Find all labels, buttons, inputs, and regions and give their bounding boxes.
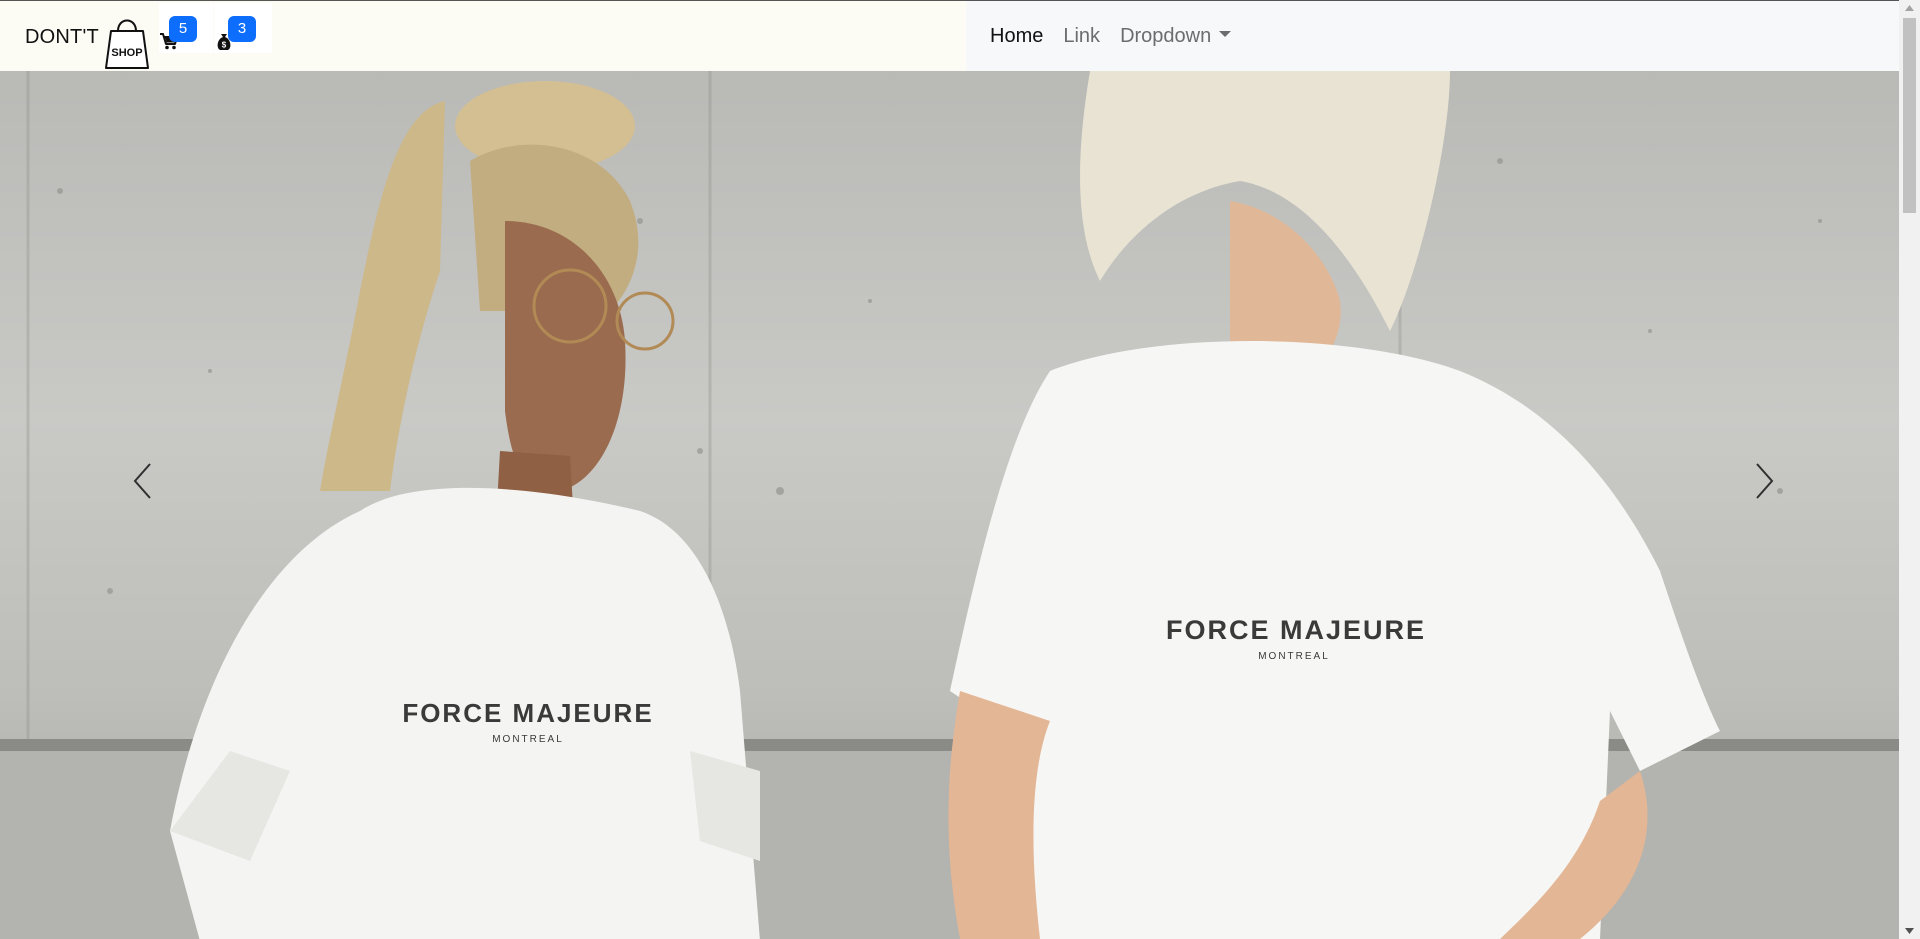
scroll-up-icon xyxy=(1905,5,1914,11)
right-model: FORCE MAJEURE MONTREAL xyxy=(948,71,1720,939)
page-scrollbar[interactable] xyxy=(1899,0,1920,939)
svg-text:$: $ xyxy=(222,41,227,50)
navbar: DONT'T SHOP 5 $ 3 Home Link Dropdown xyxy=(0,1,1899,71)
navbar-brand-area: DONT'T SHOP 5 $ 3 xyxy=(0,1,966,71)
scroll-down-arrow[interactable] xyxy=(1899,922,1920,939)
scroll-thumb[interactable] xyxy=(1903,18,1916,213)
carousel-slide-image: FORCE MAJEURE MONTREAL FORCE MAJEURE MON… xyxy=(0,71,1899,939)
scroll-up-arrow[interactable] xyxy=(1899,0,1920,17)
hero-carousel: FORCE MAJEURE MONTREAL FORCE MAJEURE MON… xyxy=(0,71,1899,939)
right-shirt-city: MONTREAL xyxy=(1258,651,1330,662)
left-shirt-city: MONTREAL xyxy=(492,734,564,745)
nav-dropdown-label: Dropdown xyxy=(1120,24,1212,47)
brand-text[interactable]: DONT'T xyxy=(25,26,99,49)
money-count-badge: 3 xyxy=(228,16,256,42)
caret-down-icon xyxy=(1219,31,1232,38)
navbar-links-area: Home Link Dropdown xyxy=(966,1,1899,71)
shop-bag-label: SHOP xyxy=(111,47,142,59)
chevron-left-icon xyxy=(133,463,151,499)
page: DONT'T SHOP 5 $ 3 Home Link Dropdown FOR… xyxy=(0,0,1920,939)
left-model: FORCE MAJEURE MONTREAL xyxy=(170,81,760,939)
left-shirt-brand: FORCE MAJEURE xyxy=(402,698,653,728)
carousel-prev-button[interactable] xyxy=(110,411,190,551)
nav-link-link[interactable]: Link xyxy=(1063,25,1100,48)
nav-links: Home Link Dropdown xyxy=(990,1,1251,71)
money-bag-button[interactable]: $ 3 xyxy=(214,3,272,53)
cart-button[interactable]: 5 xyxy=(159,3,213,53)
cart-count-badge: 5 xyxy=(169,16,197,42)
shop-bag-logo[interactable]: SHOP xyxy=(104,12,150,70)
carousel-next-button[interactable] xyxy=(1715,411,1795,551)
nav-dropdown-toggle[interactable]: Dropdown xyxy=(1120,24,1232,48)
right-shirt-brand: FORCE MAJEURE xyxy=(1166,615,1426,645)
chevron-right-icon xyxy=(1756,463,1774,499)
scroll-down-icon xyxy=(1905,928,1914,934)
nav-link-home[interactable]: Home xyxy=(990,25,1043,48)
